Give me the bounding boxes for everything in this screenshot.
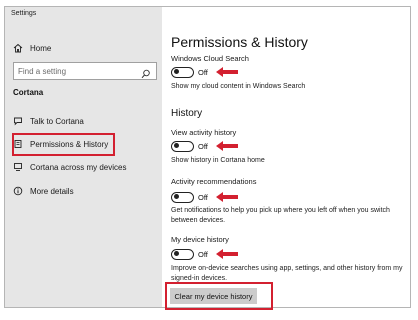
- clear-device-history-button[interactable]: Clear my device history: [170, 288, 257, 304]
- window-title: Settings: [11, 10, 37, 17]
- red-arrow-icon: [215, 141, 238, 151]
- device-history-description: Improve on-device searches using app, se…: [171, 265, 403, 282]
- title-bar: Settings: [5, 7, 162, 23]
- devices-icon: [11, 162, 25, 172]
- activity-history-description: Show history in Cortana home: [171, 157, 265, 164]
- sidebar-item-more-details[interactable]: More details: [11, 183, 74, 199]
- sidebar: Home Cortana Talk to Cortana Permissions…: [5, 23, 162, 307]
- device-history-toggle-row: Off: [171, 248, 239, 260]
- search-field[interactable]: [13, 62, 157, 80]
- activity-recommendations-label: Activity recommendations: [171, 177, 257, 186]
- activity-recommendations-state: Off: [198, 192, 208, 202]
- device-history-toggle[interactable]: [171, 248, 194, 260]
- cloud-search-toggle[interactable]: [171, 66, 194, 78]
- cloud-search-description: Show my cloud content in Windows Search: [171, 83, 306, 90]
- activity-history-label: View activity history: [171, 128, 237, 137]
- search-input[interactable]: [18, 65, 136, 77]
- activity-history-toggle[interactable]: [171, 140, 194, 152]
- section-title-cortana: Cortana: [13, 88, 44, 97]
- red-arrow-icon: [215, 192, 238, 202]
- sidebar-item-talk-to-cortana[interactable]: Talk to Cortana: [11, 113, 84, 129]
- device-history-label: My device history: [171, 235, 229, 244]
- device-history-state: Off: [198, 249, 208, 259]
- cloud-search-state: Off: [198, 67, 208, 77]
- info-icon: [11, 186, 25, 196]
- sidebar-item-label: Cortana across my devices: [30, 162, 127, 172]
- red-arrow-icon: [215, 67, 238, 77]
- sidebar-item-label: More details: [30, 186, 74, 196]
- activity-recommendations-toggle[interactable]: [171, 191, 194, 203]
- page-title: Permissions & History: [171, 34, 308, 50]
- activity-recommendations-toggle-row: Off: [171, 191, 239, 203]
- cloud-search-label: Windows Cloud Search: [171, 54, 249, 63]
- sidebar-item-label: Talk to Cortana: [30, 116, 84, 126]
- red-arrow-icon: [215, 249, 238, 259]
- sidebar-item-cortana-across-devices[interactable]: Cortana across my devices: [11, 159, 126, 175]
- history-heading: History: [171, 108, 203, 119]
- cortana-chat-icon: [11, 116, 25, 126]
- search-icon[interactable]: [141, 66, 151, 84]
- activity-history-toggle-row: Off: [171, 140, 239, 152]
- sidebar-home-label: Home: [30, 43, 52, 53]
- cloud-search-toggle-row: Off: [171, 66, 239, 78]
- activity-history-state: Off: [198, 141, 208, 151]
- annotation-highlight-permissions: [12, 133, 115, 156]
- activity-recommendations-description: Get notifications to help you pick up wh…: [171, 207, 390, 224]
- sidebar-item-home[interactable]: Home: [11, 40, 51, 56]
- home-icon: [11, 43, 25, 53]
